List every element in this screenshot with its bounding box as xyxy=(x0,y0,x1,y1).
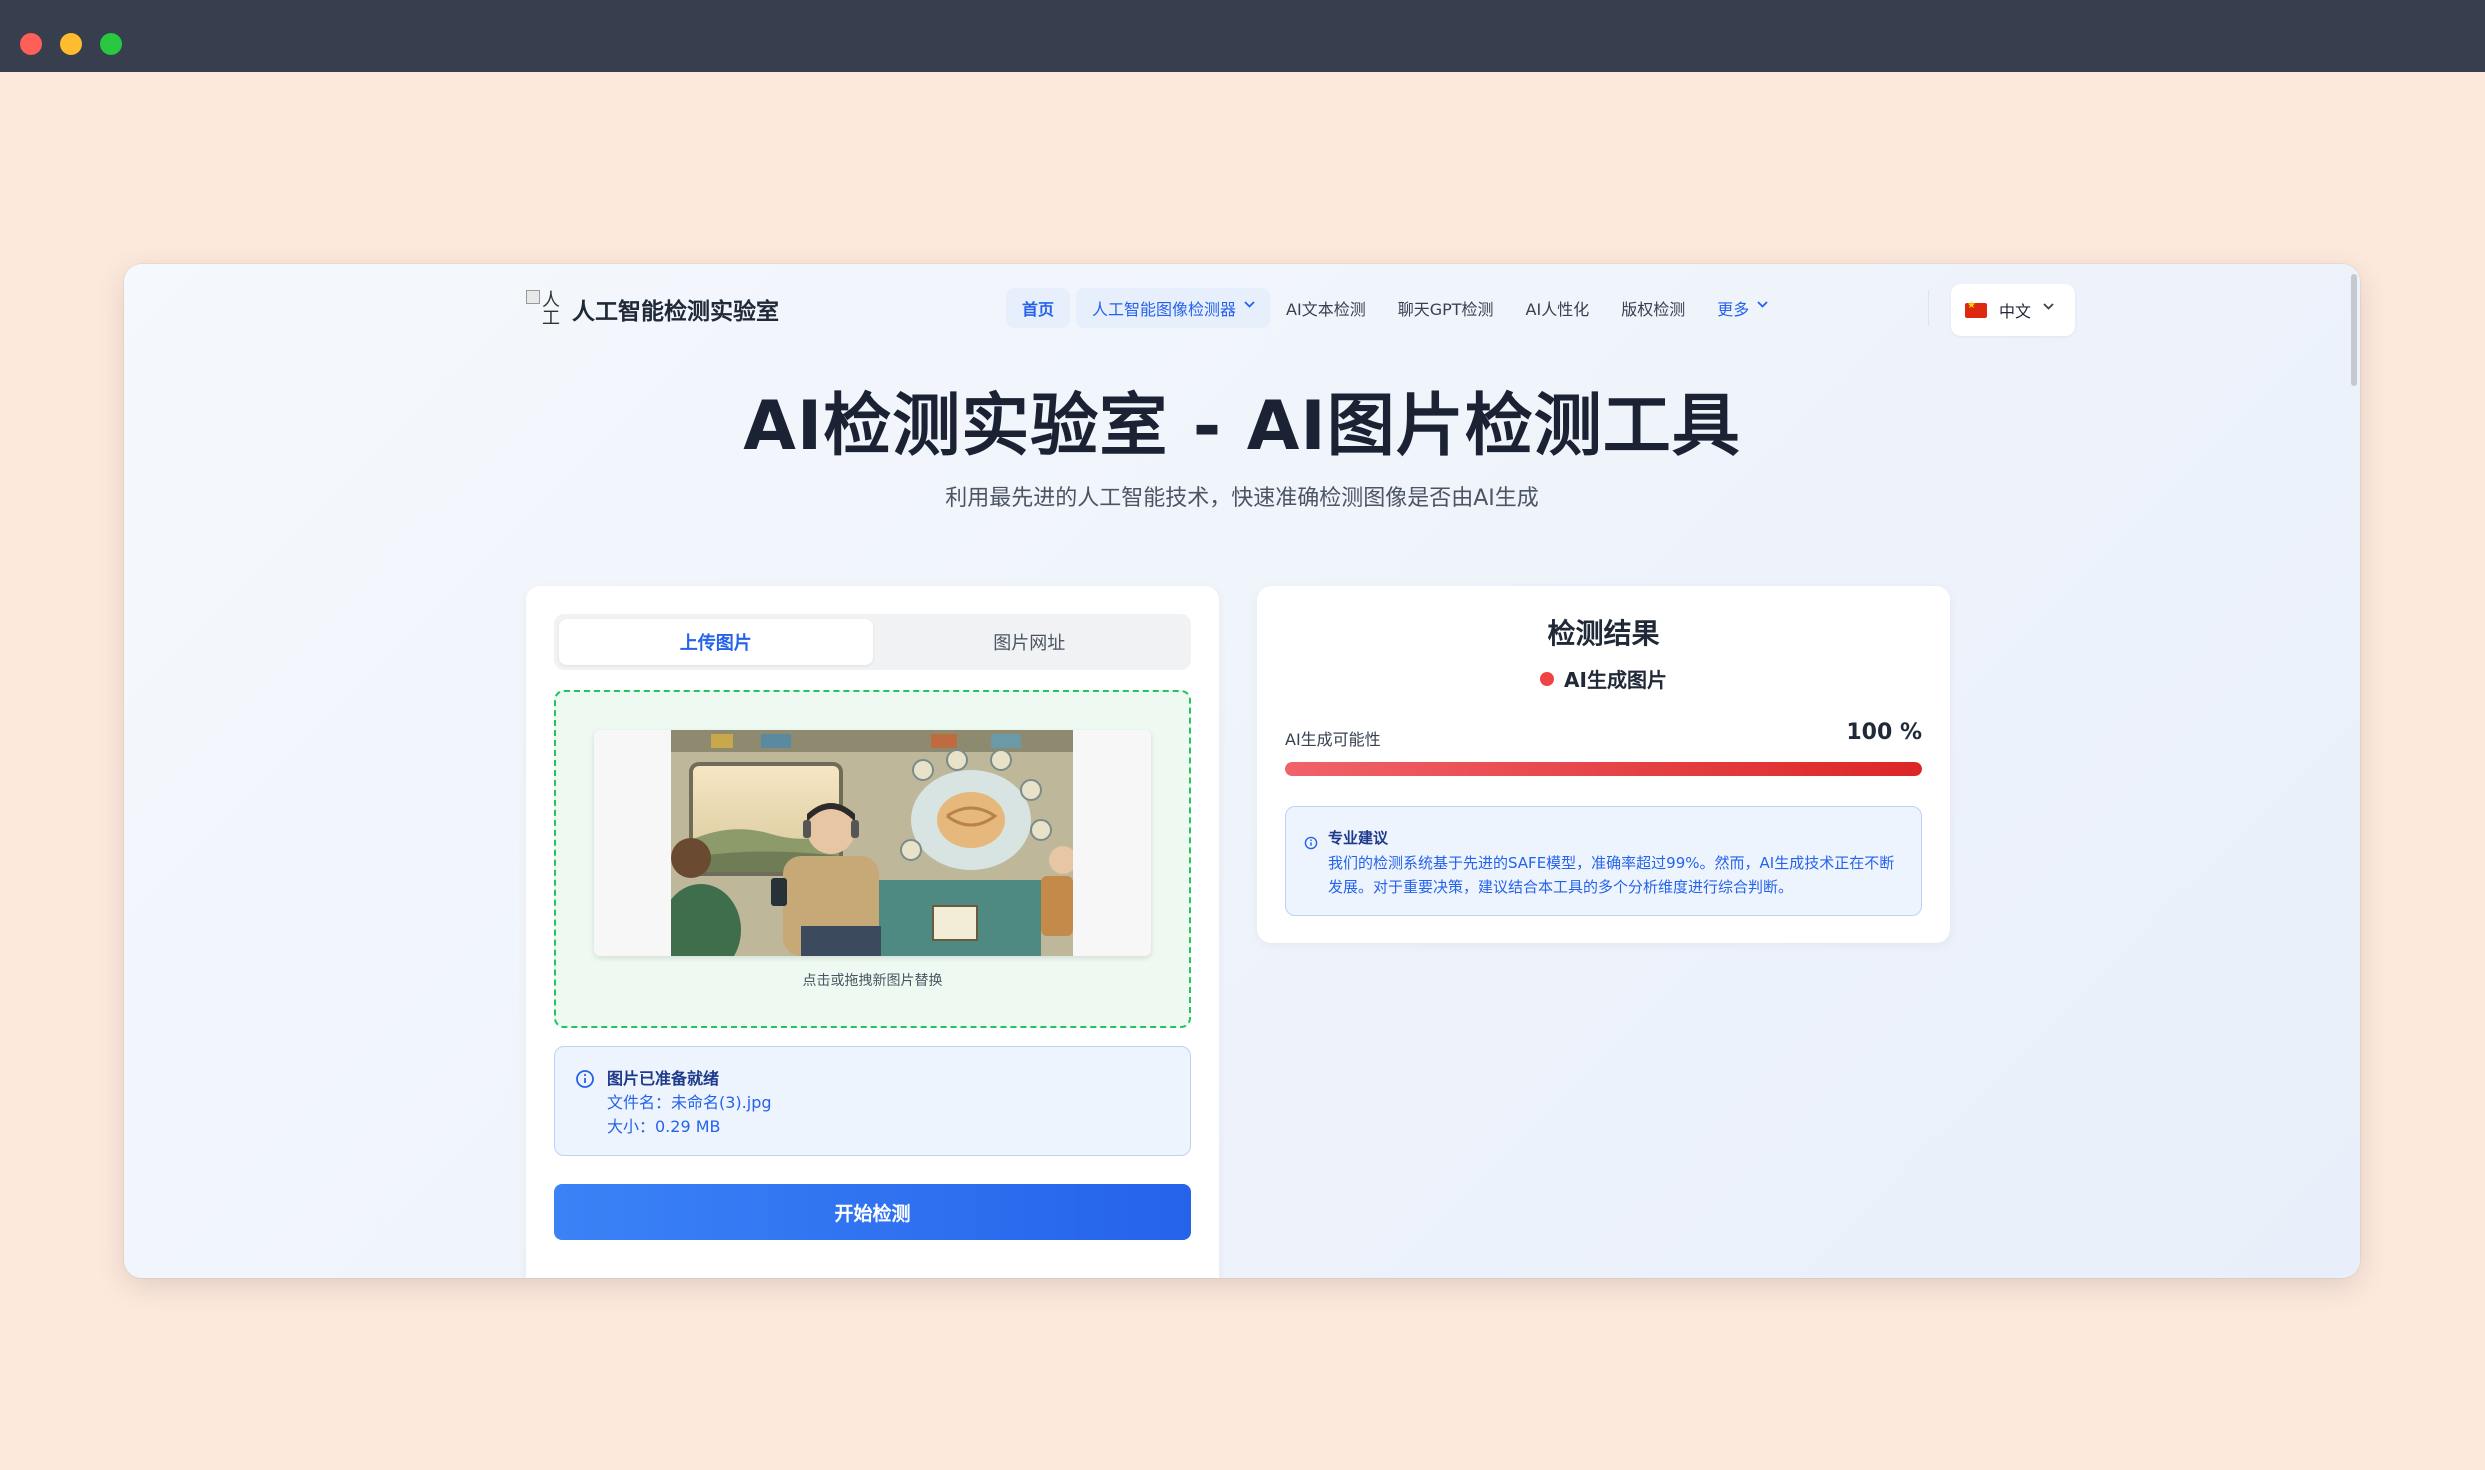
nav-image-detector-label: 人工智能图像检测器 xyxy=(1092,300,1237,319)
file-name: 文件名：未命名(3).jpg xyxy=(607,1093,772,1112)
upload-card: 上传图片 图片网址 点击或拖拽新图片替换 图片已准备就绪 文件名：未命名(3).… xyxy=(526,586,1219,1278)
result-title: 检测结果 xyxy=(1547,617,1660,650)
info-icon xyxy=(1304,835,1318,854)
language-selector[interactable]: 中文 xyxy=(1951,284,2075,336)
info-icon xyxy=(575,1069,595,1093)
top-nav: 人工 人工智能检测实验室 首页 人工智能图像检测器 AI文本检测 聊天GPT检测… xyxy=(526,278,2075,338)
nav-humanize-label: AI人性化 xyxy=(1525,300,1590,319)
image-preview xyxy=(594,730,1151,956)
file-ready-title: 图片已准备就绪 xyxy=(607,1069,720,1088)
nav-more[interactable]: 更多 xyxy=(1701,288,1783,328)
language-label: 中文 xyxy=(1999,302,2032,321)
nav-more-label: 更多 xyxy=(1717,300,1750,319)
window-minimize-button[interactable] xyxy=(60,33,82,55)
logo-alt-text: 人工 xyxy=(542,290,560,328)
site-logo[interactable]: 人工 人工智能检测实验室 xyxy=(526,290,779,328)
probability-label: AI生成可能性 xyxy=(1285,730,1381,749)
probability-bar-fill xyxy=(1285,762,1922,776)
nav-ai-text[interactable]: AI文本检测 xyxy=(1270,288,1382,328)
window-close-button[interactable] xyxy=(20,33,42,55)
chevron-down-icon xyxy=(1757,301,1768,311)
nav-home[interactable]: 首页 xyxy=(1006,288,1071,328)
nav-copyright[interactable]: 版权检测 xyxy=(1605,288,1701,328)
start-detection-button[interactable]: 开始检测 xyxy=(554,1184,1191,1240)
tab-image-url[interactable]: 图片网址 xyxy=(873,619,1187,665)
tab-upload-image[interactable]: 上传图片 xyxy=(559,619,873,665)
result-status: AI生成图片 xyxy=(1257,664,1950,693)
nav-ai-text-label: AI文本检测 xyxy=(1286,300,1366,319)
dropzone-hint: 点击或拖拽新图片替换 xyxy=(802,973,943,989)
page-title: AI检测实验室 - AI图片检测工具 xyxy=(743,387,1741,466)
nav-chatgpt[interactable]: 聊天GPT检测 xyxy=(1382,288,1510,328)
nav-home-label: 首页 xyxy=(1022,300,1055,319)
result-status-label: AI生成图片 xyxy=(1564,668,1667,692)
chevron-down-icon xyxy=(1244,301,1255,311)
result-card: 检测结果 AI生成图片 AI生成可能性 100 % 专业建议 我们的检测系统基于… xyxy=(1257,586,1950,943)
nav-copyright-label: 版权检测 xyxy=(1621,300,1686,319)
upload-tabs: 上传图片 图片网址 xyxy=(554,614,1191,670)
site-title: 人工智能检测实验室 xyxy=(572,299,779,325)
page-subtitle: 利用最先进的人工智能技术，快速准确检测图像是否由AI生成 xyxy=(945,486,1539,511)
advice-text: 我们的检测系统基于先进的SAFE模型，准确率超过99%。然而，AI生成技术正在不… xyxy=(1328,854,1895,896)
browser-window: 人工 人工智能检测实验室 首页 人工智能图像检测器 AI文本检测 聊天GPT检测… xyxy=(124,264,2360,1278)
probability-value: 100 % xyxy=(1846,720,1922,745)
file-info-box: 图片已准备就绪 文件名：未命名(3).jpg 大小：0.29 MB xyxy=(554,1046,1191,1156)
nav-image-detector[interactable]: 人工智能图像检测器 xyxy=(1076,288,1271,328)
nav-divider xyxy=(1928,290,1929,326)
chevron-down-icon xyxy=(2043,303,2054,313)
broken-logo-image: 人工 xyxy=(526,290,564,328)
broken-image-icon xyxy=(526,290,540,304)
advice-box: 专业建议 我们的检测系统基于先进的SAFE模型，准确率超过99%。然而，AI生成… xyxy=(1285,806,1922,916)
status-dot-icon xyxy=(1540,671,1555,686)
image-dropzone[interactable]: 点击或拖拽新图片替换 xyxy=(554,690,1191,1028)
nav-humanize[interactable]: AI人性化 xyxy=(1510,288,1606,328)
mac-titlebar xyxy=(0,0,2485,72)
cn-flag-icon xyxy=(1965,300,1987,318)
file-size: 大小：0.29 MB xyxy=(607,1117,721,1136)
nav-chatgpt-label: 聊天GPT检测 xyxy=(1397,300,1494,319)
probability-bar xyxy=(1285,762,1922,776)
uploaded-image xyxy=(671,730,1073,956)
window-maximize-button[interactable] xyxy=(100,33,122,55)
nav-links: 首页 人工智能图像检测器 AI文本检测 聊天GPT检测 AI人性化 版权检测 更… xyxy=(1006,284,1783,332)
advice-title: 专业建议 xyxy=(1328,829,1389,847)
